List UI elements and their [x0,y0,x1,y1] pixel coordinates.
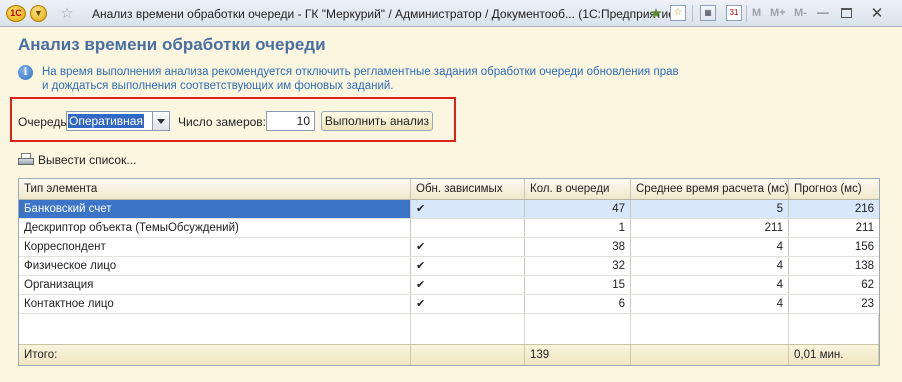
checkmark-icon: ✔ [411,200,525,218]
table-footer: Итого: 139 0,01 мин. [19,344,879,365]
measurements-count-input[interactable]: 10 [266,111,315,131]
cell-avg: 4 [631,257,789,275]
table-row[interactable]: Банковский счет ✔ 47 5 216 [19,200,879,219]
app-logo-icon[interactable]: 1С [6,5,26,22]
queue-selected-value: Оперативная [68,114,144,128]
minimize-button[interactable]: — [812,5,834,22]
maximize-button[interactable] [838,5,856,22]
cell-count: 38 [525,238,631,256]
cell-avg: 4 [631,276,789,294]
cell-count: 15 [525,276,631,294]
cell-avg: 4 [631,295,789,313]
memory-plus-button[interactable]: M+ [770,6,786,23]
column-header-queue-count[interactable]: Кол. в очереди [525,179,631,199]
footer-empty [631,345,789,365]
toolbar-separator [692,5,693,22]
checkmark-icon: ✔ [411,238,525,256]
calendar-icon[interactable]: 31 [726,5,742,21]
cell-avg: 5 [631,200,789,218]
window-title: Анализ времени обработки очереди - ГК "М… [92,7,679,21]
cell-type: Физическое лицо [19,257,411,275]
table-row[interactable]: Контактное лицо ✔ 6 4 23 [19,295,879,314]
footer-total-forecast: 0,01 мин. [789,345,879,365]
count-label: Число замеров: [178,115,267,129]
cell-avg: 211 [631,219,789,237]
queue-select[interactable]: Оперативная [66,111,170,131]
run-analysis-button[interactable]: Выполнить анализ [321,111,433,131]
checkmark-icon [411,219,525,237]
calculator-icon[interactable]: ▦ [700,5,716,21]
table-header: Тип элемента Обн. зависимых Кол. в очере… [19,179,879,200]
cell-count: 6 [525,295,631,313]
cell-type: Дескриптор объекта (ТемыОбсуждений) [19,219,411,237]
cell-avg: 4 [631,238,789,256]
cell-forecast: 23 [861,298,874,310]
maximize-icon [841,8,852,18]
table-row[interactable]: Дескриптор объекта (ТемыОбсуждений) 1 21… [19,219,879,238]
printer-icon [18,153,34,167]
column-header-avg-time[interactable]: Среднее время расчета (мс) [631,179,789,199]
results-table[interactable]: Тип элемента Обн. зависимых Кол. в очере… [18,178,880,366]
info-message: На время выполнения анализа рекомендуетс… [42,66,679,92]
footer-total-label: Итого: [19,345,411,365]
footer-empty [411,345,525,365]
table-row[interactable]: Организация ✔ 15 4 62 [19,276,879,295]
window-titlebar: 1С ▼ ☆ Анализ времени обработки очереди … [0,0,902,27]
cell-count: 32 [525,257,631,275]
chevron-down-icon[interactable] [152,112,169,130]
memory-button[interactable]: M [752,6,761,23]
export-list-label: Вывести список... [38,153,137,167]
checkmark-icon: ✔ [411,257,525,275]
table-row[interactable]: Корреспондент ✔ 38 4 156 [19,238,879,257]
footer-total-count: 139 [525,345,631,365]
cell-count: 47 [525,200,631,218]
cell-type: Контактное лицо [19,295,411,313]
column-header-forecast[interactable]: Прогноз (мс) [789,179,879,199]
cell-forecast: 211 [855,222,874,234]
cell-type: Банковский счет [19,200,411,218]
add-to-favorites-icon[interactable]: ★ [648,5,664,21]
cell-forecast: 216 [854,203,874,215]
column-header-type[interactable]: Тип элемента [19,179,411,199]
main-menu-icon[interactable]: ▼ [30,5,47,22]
cell-type: Корреспондент [19,238,411,256]
info-icon: i [18,65,33,80]
table-empty-area [19,314,879,344]
cell-forecast: 156 [854,241,874,253]
checkmark-icon: ✔ [411,295,525,313]
queue-label: Очередь: [18,115,70,129]
favorite-star-icon[interactable]: ☆ [58,5,76,22]
toolbar-separator [746,5,747,22]
cell-forecast: 138 [854,260,874,272]
checkmark-icon: ✔ [411,276,525,294]
memory-minus-button[interactable]: M- [794,6,807,23]
close-button[interactable]: ✕ [862,5,892,22]
link-icon[interactable]: ☆ [670,5,686,21]
cell-type: Организация [19,276,411,294]
cell-forecast: 62 [861,279,874,291]
cell-count: 1 [525,219,631,237]
table-row[interactable]: Физическое лицо ✔ 32 4 138 [19,257,879,276]
form-heading: Анализ времени обработки очереди [18,35,326,54]
column-header-dependents[interactable]: Обн. зависимых [411,179,525,199]
